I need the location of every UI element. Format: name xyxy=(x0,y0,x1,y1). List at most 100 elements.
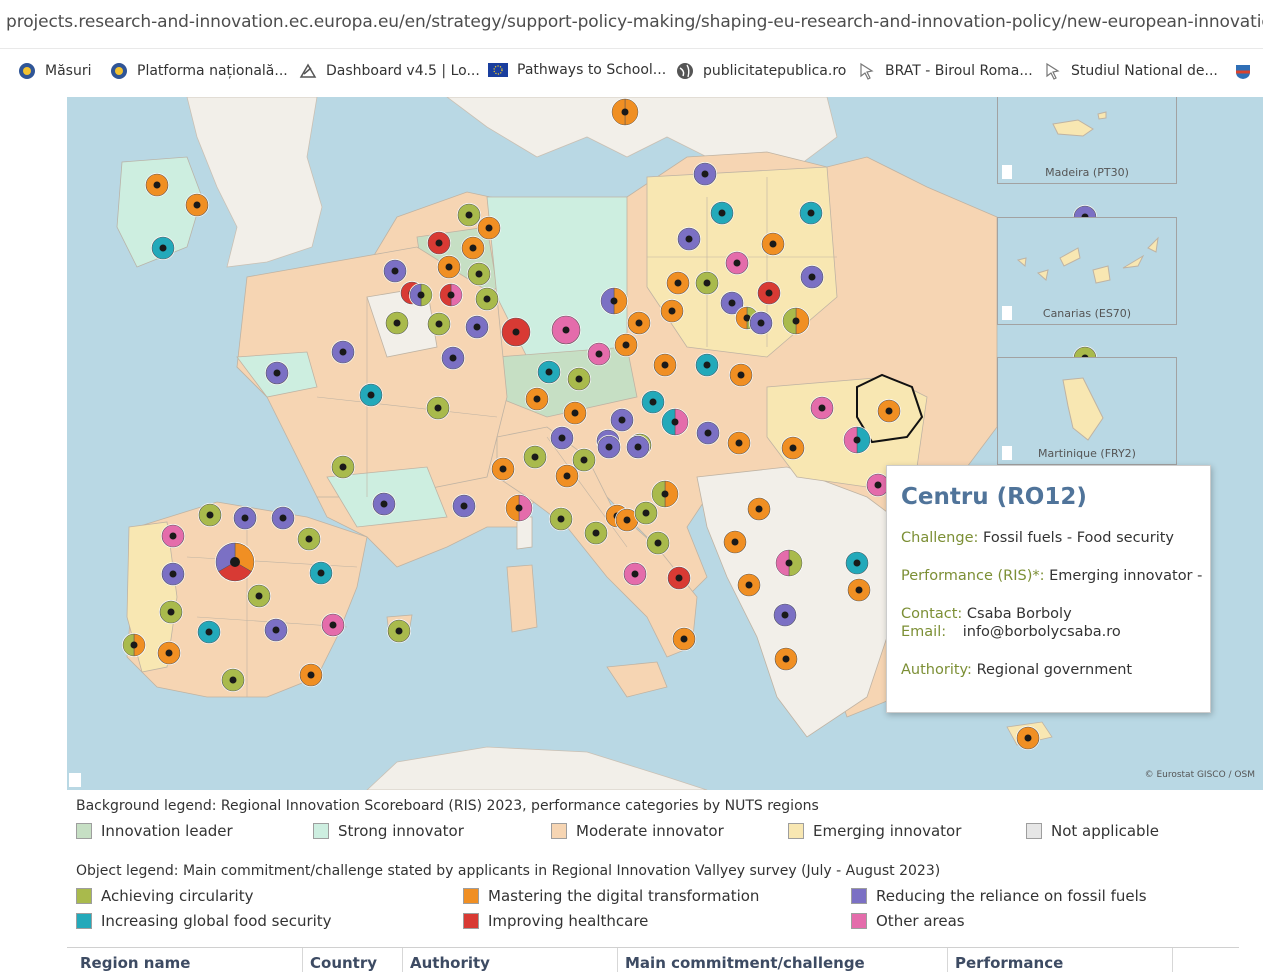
address-bar[interactable]: projects.research-and-innovation.ec.euro… xyxy=(0,0,1263,48)
region-marker[interactable] xyxy=(185,193,209,217)
region-marker[interactable] xyxy=(587,342,611,366)
region-marker[interactable] xyxy=(774,647,798,671)
region-marker[interactable] xyxy=(427,312,451,336)
region-marker[interactable] xyxy=(567,367,591,391)
region-marker[interactable] xyxy=(782,307,810,335)
region-marker[interactable] xyxy=(847,578,871,602)
region-marker[interactable] xyxy=(672,627,696,651)
region-marker[interactable] xyxy=(157,641,181,665)
region-marker[interactable] xyxy=(725,251,749,275)
region-marker[interactable] xyxy=(696,421,720,445)
region-marker[interactable] xyxy=(465,315,489,339)
region-marker[interactable] xyxy=(359,383,383,407)
region-marker[interactable] xyxy=(845,551,869,575)
region-marker[interactable] xyxy=(441,346,465,370)
region-marker[interactable] xyxy=(264,618,288,642)
region-marker[interactable] xyxy=(387,619,411,643)
region-marker[interactable] xyxy=(457,203,481,227)
region-marker[interactable] xyxy=(653,353,677,377)
region-marker[interactable] xyxy=(297,527,321,551)
region-marker[interactable] xyxy=(555,464,579,488)
region-marker[interactable] xyxy=(641,390,665,414)
region-marker[interactable] xyxy=(321,613,345,637)
region-marker[interactable] xyxy=(666,271,690,295)
region-marker[interactable] xyxy=(161,524,185,548)
region-marker[interactable] xyxy=(452,494,476,518)
column-authority[interactable]: Authority xyxy=(410,954,490,972)
region-marker[interactable] xyxy=(477,216,501,240)
region-marker[interactable] xyxy=(610,408,634,432)
region-marker[interactable] xyxy=(159,600,183,624)
region-marker[interactable] xyxy=(623,562,647,586)
region-marker[interactable] xyxy=(693,162,717,186)
region-marker[interactable] xyxy=(614,333,638,357)
region-marker[interactable] xyxy=(549,507,573,531)
region-marker[interactable] xyxy=(627,311,651,335)
region-marker[interactable] xyxy=(409,283,433,307)
region-marker[interactable] xyxy=(437,255,461,279)
region-marker[interactable] xyxy=(563,401,587,425)
region-marker[interactable] xyxy=(383,259,407,283)
region-marker[interactable] xyxy=(757,281,781,305)
region-marker[interactable] xyxy=(781,436,805,460)
region-marker[interactable] xyxy=(660,299,684,323)
region-marker[interactable] xyxy=(247,584,271,608)
column-performance[interactable]: Performance xyxy=(955,954,1063,972)
region-marker[interactable] xyxy=(710,201,734,225)
url-text[interactable]: projects.research-and-innovation.ec.euro… xyxy=(6,12,1263,32)
region-marker[interactable] xyxy=(600,287,628,315)
region-marker[interactable] xyxy=(467,262,491,286)
region-marker[interactable] xyxy=(537,360,561,384)
inset-canarias[interactable]: Canarias (ES70) xyxy=(997,217,1177,325)
inset-madeira[interactable]: Madeira (PT30) xyxy=(997,97,1177,184)
region-marker[interactable] xyxy=(426,396,450,420)
region-marker[interactable] xyxy=(491,457,515,481)
region-marker[interactable] xyxy=(677,227,701,251)
region-marker[interactable] xyxy=(737,573,761,597)
bookmark-pathways-to-school[interactable]: Pathways to School... xyxy=(488,62,666,78)
region-marker[interactable] xyxy=(505,494,533,522)
region-marker[interactable] xyxy=(761,232,785,256)
region-marker[interactable] xyxy=(877,399,901,423)
region-marker[interactable] xyxy=(799,201,823,225)
region-marker[interactable] xyxy=(695,271,719,295)
region-marker[interactable] xyxy=(525,387,549,411)
region-marker[interactable] xyxy=(727,431,751,455)
column-main-challenge[interactable]: Main commitment/challenge xyxy=(625,954,865,972)
region-marker[interactable] xyxy=(331,455,355,479)
column-region-name[interactable]: Region name xyxy=(80,954,190,972)
region-marker[interactable] xyxy=(265,361,289,385)
region-marker[interactable] xyxy=(695,353,719,377)
bookmark-platforma-nationala[interactable]: Platforma națională... xyxy=(110,62,288,80)
region-marker[interactable] xyxy=(385,311,409,335)
region-marker[interactable] xyxy=(810,396,834,420)
region-marker[interactable] xyxy=(651,480,679,508)
region-marker[interactable] xyxy=(198,503,222,527)
region-marker[interactable] xyxy=(122,633,146,657)
region-marker[interactable] xyxy=(667,566,691,590)
bookmark-masuri[interactable]: Măsuri xyxy=(18,62,91,80)
region-marker[interactable] xyxy=(215,542,255,582)
region-marker[interactable] xyxy=(775,549,803,577)
region-marker[interactable] xyxy=(475,287,499,311)
region-marker[interactable] xyxy=(747,497,771,521)
region-marker[interactable] xyxy=(634,501,658,525)
region-marker[interactable] xyxy=(749,311,773,335)
inset-martinique[interactable]: Martinique (FRY2) xyxy=(997,357,1177,465)
region-marker[interactable] xyxy=(1016,726,1040,750)
region-marker[interactable] xyxy=(439,283,463,307)
region-marker[interactable] xyxy=(584,521,608,545)
region-marker[interactable] xyxy=(299,663,323,687)
region-marker[interactable] xyxy=(461,236,485,260)
region-marker[interactable] xyxy=(372,492,396,516)
bookmark-dashboard[interactable]: Dashboard v4.5 | Lo... xyxy=(299,62,480,80)
region-marker[interactable] xyxy=(523,445,547,469)
region-marker[interactable] xyxy=(550,426,574,450)
region-marker[interactable] xyxy=(309,561,333,585)
region-marker[interactable] xyxy=(551,315,581,345)
region-marker[interactable] xyxy=(161,562,185,586)
region-marker[interactable] xyxy=(646,531,670,555)
region-marker[interactable] xyxy=(661,408,689,436)
bookmark-overflow[interactable] xyxy=(1234,62,1261,80)
region-marker[interactable] xyxy=(233,506,257,530)
